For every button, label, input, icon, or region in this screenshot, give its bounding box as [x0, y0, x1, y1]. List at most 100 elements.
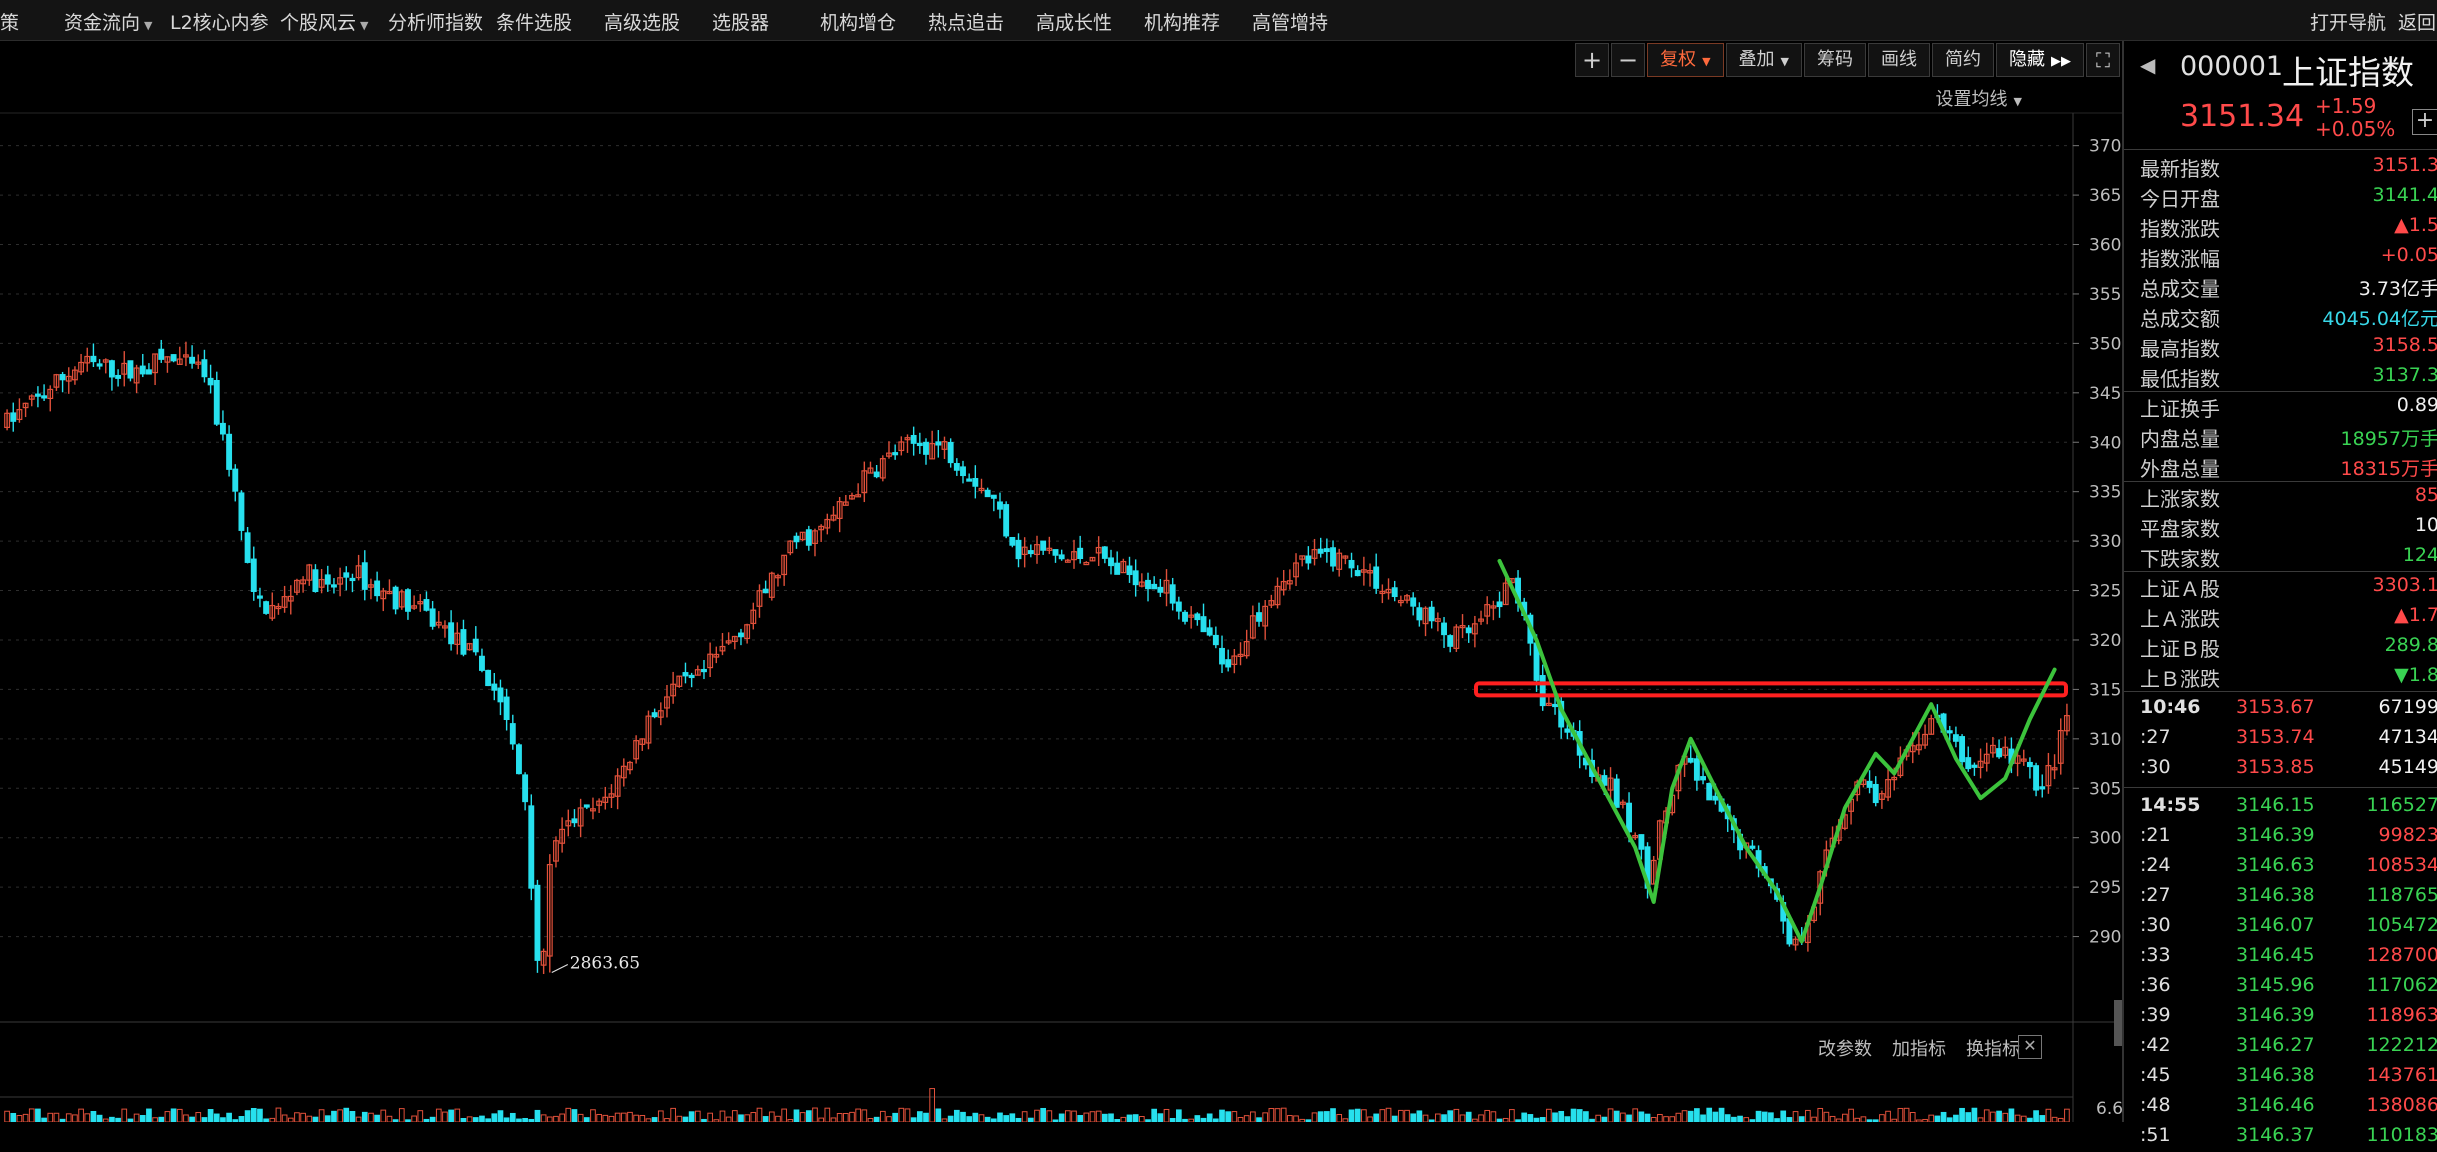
- add-watchlist-button[interactable]: +: [2412, 109, 2437, 135]
- candle-body: [2033, 765, 2040, 791]
- menu-item[interactable]: 高成长性: [1036, 8, 1112, 35]
- menu-item[interactable]: 条件选股: [496, 8, 572, 35]
- volume-bar: [738, 1114, 744, 1122]
- quote-label: 指数涨幅: [2140, 247, 2220, 271]
- candle-body: [1866, 780, 1873, 788]
- hide-panel-button[interactable]: 隐藏 ▶▶: [1996, 43, 2084, 77]
- volume-bar: [1404, 1109, 1410, 1122]
- candle-body: [34, 393, 41, 397]
- menu-item[interactable]: 高级选股: [604, 8, 680, 35]
- quote-row: 平盘家数 10: [2124, 511, 2437, 541]
- volume-bar: [2057, 1117, 2064, 1122]
- tick-row: :24 3146.63 108534: [2124, 852, 2437, 882]
- candle-body: [497, 687, 504, 703]
- fuquan-dropdown[interactable]: 复权 ▼: [1647, 43, 1724, 77]
- menu-item[interactable]: L2核心内参: [170, 8, 269, 35]
- fullscreen-icon[interactable]: ⛶: [2086, 43, 2120, 77]
- candle-body: [1256, 612, 1262, 622]
- tick-price: 3146.46: [2236, 1094, 2315, 1116]
- y-axis-tick-label: 3550: [2089, 285, 2122, 305]
- volume-bar: [559, 1113, 565, 1122]
- change-percent: +0.05%: [2315, 117, 2396, 141]
- draw-line-button[interactable]: 画线: [1868, 43, 1930, 77]
- candle-body: [1348, 559, 1355, 569]
- candle-body: [1151, 583, 1158, 590]
- add-indicator-button[interactable]: 加指标: [1892, 1035, 1946, 1061]
- volume-bar: [1095, 1110, 1102, 1122]
- menu-item[interactable]: 策: [0, 8, 19, 35]
- menu-item[interactable]: 机构推荐: [1144, 8, 1220, 35]
- volume-bar: [750, 1112, 757, 1122]
- tick-row: 10:46 3153.67 67199: [2124, 694, 2437, 724]
- quote-label: 上涨家数: [2140, 487, 2220, 511]
- edit-params-button[interactable]: 改参数: [1818, 1035, 1872, 1061]
- simple-mode-button[interactable]: 简约: [1932, 43, 1994, 77]
- volume-bar: [275, 1107, 282, 1122]
- volume-bar: [1842, 1113, 1848, 1122]
- chip-distribution-button[interactable]: 筹码: [1804, 43, 1866, 77]
- volume-bar: [1058, 1113, 1065, 1122]
- quote-value: 124: [2402, 544, 2437, 566]
- kline-chart[interactable]: 3700 3650 3600 3550 3500 3450 3400 3350 3300 3250…: [0, 41, 2122, 1122]
- overlay-label: 叠加: [1738, 49, 1775, 70]
- candle-body: [793, 535, 800, 543]
- open-navigation-button[interactable]: 打开导航: [2310, 8, 2386, 35]
- volume-bar: [312, 1116, 319, 1122]
- tick-volume: 116527: [2366, 794, 2437, 816]
- candle-body: [256, 595, 263, 599]
- collapse-left-icon[interactable]: ◀: [2140, 53, 2155, 77]
- switch-indicator-button[interactable]: 换指标: [1966, 1035, 2020, 1061]
- quote-row: 指数涨跌 ▲1.5: [2124, 211, 2437, 241]
- candle-body: [491, 683, 498, 691]
- tick-volume: 99823: [2378, 824, 2437, 846]
- tick-volume: 143761: [2366, 1064, 2437, 1086]
- volume-bar: [1379, 1109, 1386, 1122]
- close-indicator-icon[interactable]: ✕: [2018, 1035, 2042, 1059]
- divider: [2124, 787, 2437, 788]
- ma-setting-dropdown[interactable]: 设置均线 ▼: [1936, 85, 2022, 111]
- volume-bar: [1694, 1108, 1700, 1122]
- menu-item[interactable]: 机构增仓: [820, 8, 896, 35]
- quote-label: 指数涨跌: [2140, 217, 2220, 241]
- volume-bar: [2045, 1108, 2052, 1122]
- volume-bar: [250, 1107, 257, 1122]
- volume-bar: [1354, 1108, 1361, 1122]
- quote-label: 下跌家数: [2140, 547, 2220, 571]
- panel-resize-handle[interactable]: [2114, 1000, 2122, 1046]
- volume-bar: [479, 1115, 485, 1122]
- volume-bar: [115, 1117, 121, 1122]
- volume-bar: [614, 1112, 621, 1122]
- volume-bar: [139, 1115, 146, 1122]
- tick-time: :33: [2140, 944, 2171, 966]
- menu-item[interactable]: 热点追击: [928, 8, 1004, 35]
- tick-price: 3146.38: [2236, 1064, 2315, 1086]
- zoom-out-button[interactable]: −: [1611, 43, 1646, 77]
- back-button[interactable]: 返回: [2398, 8, 2436, 35]
- menu-item[interactable]: 资金流向 ▼: [64, 8, 152, 35]
- volume-bar: [96, 1114, 103, 1122]
- volume-bar: [842, 1112, 849, 1122]
- candle-body: [1132, 570, 1139, 586]
- volume-bar: [799, 1112, 806, 1122]
- volume-bar: [84, 1113, 91, 1122]
- menu-item[interactable]: 个股风云 ▼: [280, 8, 368, 35]
- candle-body: [1626, 802, 1632, 833]
- volume-bar: [1077, 1115, 1084, 1122]
- candle-body: [244, 532, 251, 563]
- quote-value: 3141.4: [2372, 184, 2437, 206]
- volume-bar: [947, 1115, 954, 1122]
- candle-body: [1410, 597, 1417, 607]
- chevron-down-icon: ▼: [1702, 55, 1711, 68]
- zoom-in-button[interactable]: +: [1575, 43, 1610, 77]
- menu-item[interactable]: 选股器: [712, 8, 769, 35]
- volume-bar: [331, 1110, 337, 1122]
- overlay-dropdown[interactable]: 叠加 ▼: [1725, 43, 1802, 77]
- menu-item[interactable]: 分析师指数: [388, 8, 483, 35]
- fuquan-label: 复权: [1660, 49, 1697, 70]
- quote-value: 3303.1: [2372, 574, 2437, 596]
- menu-item[interactable]: 高管增持: [1252, 8, 1328, 35]
- volume-bar: [1083, 1112, 1090, 1122]
- tick-row: :27 3153.74 47134: [2124, 724, 2437, 754]
- volume-bar: [1194, 1115, 1201, 1122]
- kline-chart-area[interactable]: 3700 3650 3600 3550 3500 3450 3400 3350 3300 3250…: [0, 41, 2122, 1122]
